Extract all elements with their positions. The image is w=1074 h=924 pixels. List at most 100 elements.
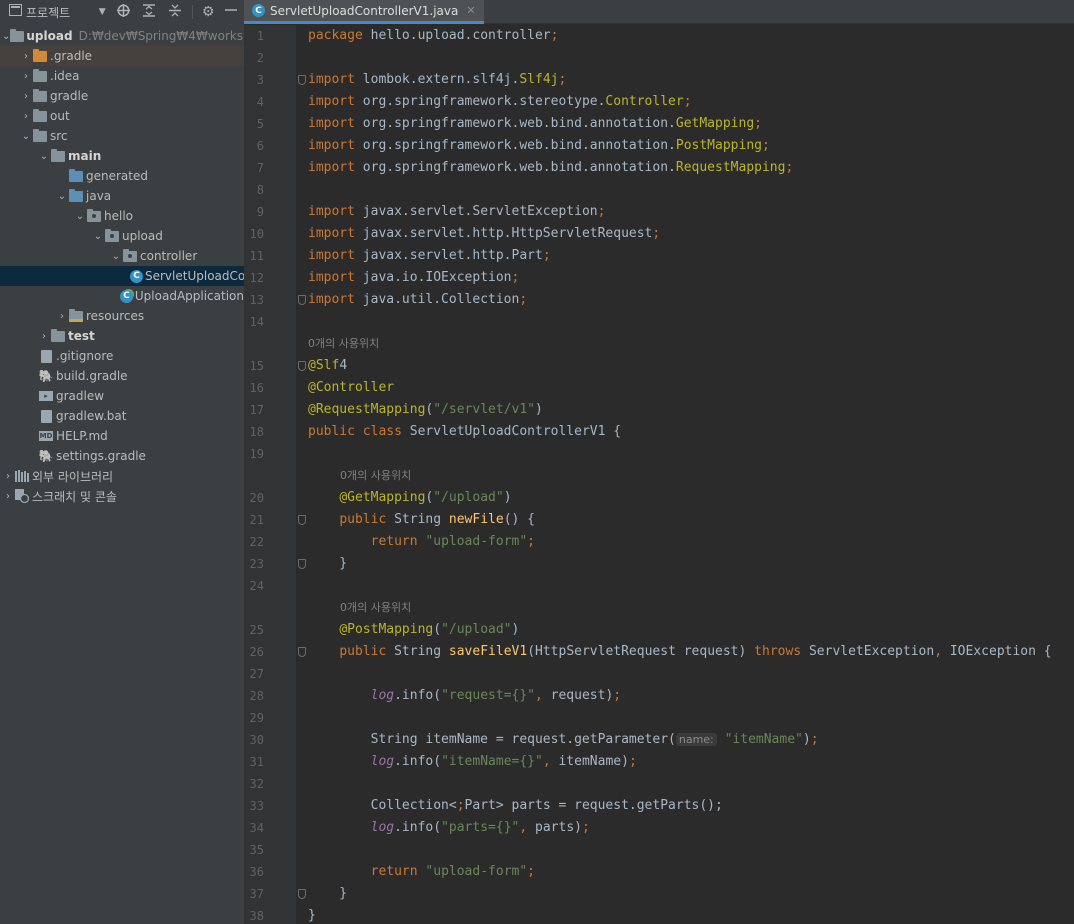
- code-line: import org.springframework.web.bind.anno…: [308, 138, 770, 153]
- line-number: 25: [249, 623, 264, 637]
- line-number: 35: [249, 843, 264, 857]
- code-line: public String saveFileV1(HttpServletRequ…: [339, 644, 1052, 659]
- tree-item-settings-gradle[interactable]: 🐘 settings.gradle: [0, 446, 244, 466]
- tree-item-servlet-upload-controller[interactable]: C ServletUploadControllerV1: [0, 266, 244, 286]
- tree-item-label: upload: [26, 29, 73, 43]
- chevron-down-icon[interactable]: ⌄: [92, 231, 104, 242]
- tree-item-upload-application[interactable]: C UploadApplication: [0, 286, 244, 306]
- chevron-down-icon[interactable]: ⌄: [20, 131, 32, 142]
- line-number: 28: [249, 689, 264, 703]
- fold-marker-icon[interactable]: [298, 889, 306, 899]
- code-line: import java.io.IOException;: [308, 270, 520, 285]
- code-area[interactable]: package hello.upload.controller; import l…: [296, 25, 1074, 924]
- fold-marker-icon[interactable]: [298, 515, 306, 525]
- gear-icon[interactable]: ⚙: [201, 4, 215, 20]
- folder-icon: [32, 68, 48, 83]
- code-line: }: [308, 556, 348, 571]
- project-view-icon[interactable]: [8, 4, 22, 20]
- line-number: 37: [249, 887, 264, 901]
- chevron-down-icon[interactable]: ⌄: [56, 191, 68, 202]
- folder-icon: [32, 108, 48, 123]
- tree-item-help-md[interactable]: MD HELP.md: [0, 426, 244, 446]
- close-icon[interactable]: ✕: [466, 4, 475, 17]
- line-number: 38: [249, 909, 264, 923]
- tree-item-external-libraries[interactable]: › 외부 라이브러리: [0, 466, 244, 486]
- tree-item-label: resources: [86, 309, 145, 323]
- project-panel: 프로젝트 ▼ ⚙ ⌄ upload D:₩dev₩Spring₩4₩worksp…: [0, 0, 244, 924]
- code-line: log.info("parts={}", parts);: [370, 820, 590, 835]
- tree-item-label: src: [50, 129, 68, 143]
- chevron-down-icon[interactable]: ⌄: [110, 251, 122, 262]
- tree-item-src[interactable]: ⌄ src: [0, 126, 244, 146]
- tree-item-upload-root[interactable]: ⌄ upload D:₩dev₩Spring₩4₩workspace: [0, 26, 244, 46]
- fold-marker-icon[interactable]: [298, 361, 306, 371]
- tree-item-label: out: [50, 109, 70, 123]
- line-number: 5: [256, 117, 264, 131]
- tab-servlet-upload-controller[interactable]: C ServletUploadControllerV1.java ✕: [244, 0, 484, 24]
- tree-item-main[interactable]: ⌄ main: [0, 146, 244, 166]
- collapse-all-icon[interactable]: [168, 4, 182, 21]
- fold-marker-icon[interactable]: [298, 75, 306, 85]
- tree-item-out[interactable]: › out: [0, 106, 244, 126]
- minimize-icon[interactable]: [225, 4, 238, 20]
- line-number: 1: [256, 29, 264, 43]
- chevron-down-icon[interactable]: ⌄: [2, 31, 10, 42]
- line-number: 13: [249, 293, 264, 307]
- chevron-right-icon[interactable]: ›: [20, 71, 32, 82]
- chevron-down-icon[interactable]: ⌄: [38, 151, 50, 162]
- tree-item-gradle[interactable]: › gradle: [0, 86, 244, 106]
- line-number: 19: [249, 447, 264, 461]
- tree-item-resources[interactable]: › resources: [0, 306, 244, 326]
- tree-item-gradle-dir[interactable]: › .gradle: [0, 46, 244, 66]
- tree-item-label: hello: [104, 209, 133, 223]
- tree-item-java[interactable]: ⌄ java: [0, 186, 244, 206]
- fold-marker-icon[interactable]: [298, 559, 306, 569]
- chevron-down-icon[interactable]: ▼: [96, 7, 108, 17]
- chevron-right-icon[interactable]: ›: [20, 51, 32, 62]
- tree-item-label: settings.gradle: [56, 449, 146, 463]
- tree-item-gitignore[interactable]: .gitignore: [0, 346, 244, 366]
- tree-item-scratches[interactable]: › 스크래치 및 콘솔: [0, 486, 244, 506]
- code-line: import org.springframework.stereotype.Co…: [308, 94, 692, 109]
- tree-item-upload-package[interactable]: ⌄ upload: [0, 226, 244, 246]
- tree-item-idea[interactable]: › .idea: [0, 66, 244, 86]
- tree-item-gradlew[interactable]: ▸ gradlew: [0, 386, 244, 406]
- code-line: import java.util.Collection;: [308, 292, 528, 307]
- code-line: log.info("request={}", request);: [370, 688, 622, 703]
- tree-item-generated[interactable]: generated: [0, 166, 244, 186]
- code-line: import org.springframework.web.bind.anno…: [308, 160, 794, 175]
- line-number: 33: [249, 799, 264, 813]
- fold-marker-icon[interactable]: [298, 295, 306, 305]
- expand-all-icon[interactable]: [142, 3, 156, 21]
- chevron-right-icon[interactable]: ›: [2, 471, 14, 482]
- toolbar-divider: [192, 5, 194, 19]
- chevron-right-icon[interactable]: ›: [20, 91, 32, 102]
- usage-hint[interactable]: 0개의 사용위치: [308, 333, 379, 355]
- tree-item-hello[interactable]: ⌄ hello: [0, 206, 244, 226]
- tree-item-label: java: [86, 189, 112, 203]
- fold-marker-icon[interactable]: [298, 647, 306, 657]
- tree-item-label: main: [68, 149, 102, 163]
- tree-item-label: HELP.md: [56, 429, 108, 443]
- gradle-icon: 🐘: [38, 369, 54, 383]
- chevron-right-icon[interactable]: ›: [20, 111, 32, 122]
- tree-item-label: gradlew: [56, 389, 105, 403]
- line-number: 27: [249, 667, 264, 681]
- project-view-title[interactable]: 프로젝트: [26, 4, 70, 21]
- chevron-right-icon[interactable]: ›: [38, 331, 50, 342]
- chevron-right-icon[interactable]: ›: [2, 491, 14, 502]
- tree-item-test[interactable]: › test: [0, 326, 244, 346]
- usage-hint[interactable]: 0개의 사용위치: [340, 597, 411, 619]
- locate-icon[interactable]: [116, 3, 130, 21]
- chevron-right-icon[interactable]: ›: [56, 311, 68, 322]
- tree-item-build-gradle[interactable]: 🐘 build.gradle: [0, 366, 244, 386]
- tree-item-gradlew-bat[interactable]: gradlew.bat: [0, 406, 244, 426]
- tree-item-controller[interactable]: ⌄ controller: [0, 246, 244, 266]
- line-number: 34: [249, 821, 264, 835]
- parameter-hint: name:: [675, 733, 717, 746]
- chevron-down-icon[interactable]: ⌄: [74, 211, 86, 222]
- package-icon: [104, 228, 120, 243]
- tree-item-label: generated: [86, 169, 148, 183]
- usage-hint[interactable]: 0개의 사용위치: [340, 465, 411, 487]
- tree-item-label: .gitignore: [56, 349, 114, 363]
